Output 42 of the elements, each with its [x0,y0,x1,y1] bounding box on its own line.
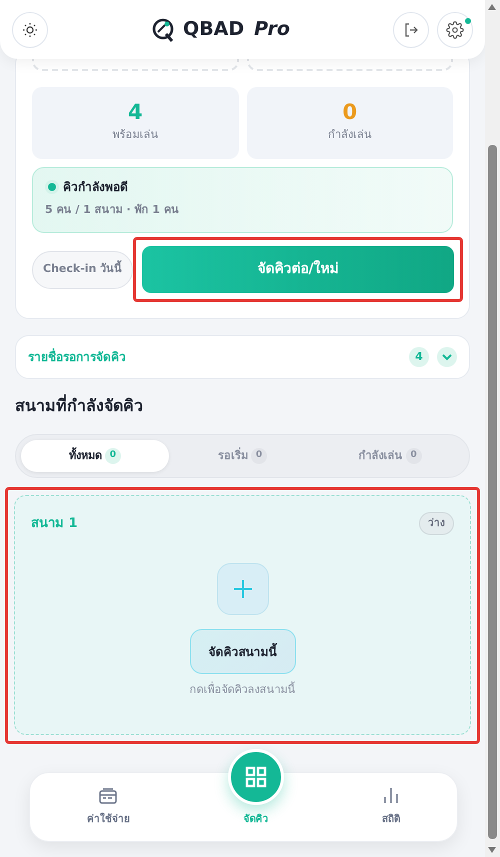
add-button[interactable] [216,563,268,615]
nav-tab[interactable]: ค่าใช้จ่าย [30,773,187,841]
scrollbar[interactable] [485,0,500,857]
court-status: ว่าง [419,512,454,535]
stat-value: 4 [128,102,143,124]
plus-icon [232,579,252,599]
bar-chart-icon [383,786,400,804]
expand-button[interactable] [437,347,457,367]
arrange-queue-button[interactable]: จัดคิวต่อ/ใหม่ [142,246,454,293]
waiting-count: 4 [409,347,429,367]
filter-tab[interactable]: ทั้งหมด 0 [21,440,169,472]
theme-toggle-button[interactable] [12,12,48,48]
court-hint: กดเพื่อจัดคิวลงสนามนี้ [188,682,296,698]
logout-button[interactable] [392,12,429,48]
section-title: สนามที่กำลังจัดคิว [15,394,144,417]
filter-tab[interactable]: รอเริ่ม 0 [168,440,316,472]
stat-value: 0 [342,102,358,124]
nav-tab[interactable]: จัดคิว [186,773,326,841]
court-name: สนาม 1 [31,514,78,533]
checkin-button[interactable]: Check-in วันนี้ [32,250,134,288]
sun-icon [22,22,38,38]
nav-tab[interactable]: สถิติ [325,773,458,841]
wallet-icon [99,788,118,804]
tab-count: 0 [251,448,267,464]
assign-court-button[interactable]: จัดคิวสนามนี้ [190,629,296,674]
stat-label: พร้อมเล่น [112,127,158,144]
status-dot [45,180,59,194]
waiting-list-bar[interactable]: รายชื่อรอการจัดคิว 4 [15,335,470,379]
stat-label: กำลังเล่น [328,127,372,144]
status-title: คิวกำลังพอดี [63,179,128,196]
app-title: QBAD [183,17,244,42]
grid-icon [245,766,267,788]
settings-icon [446,20,464,38]
status-detail: 5 คน / 1 สนาม · พัก 1 คน [45,202,180,218]
fab-button[interactable] [228,749,284,805]
tab-count: 0 [104,448,121,464]
logout-icon [402,22,419,38]
waiting-list-title: รายชื่อรอการจัดคิว [28,348,126,366]
settings-button[interactable] [436,12,473,48]
app-title-suffix: Pro [254,17,290,42]
tab-count: 0 [406,448,422,464]
filter-tab[interactable]: กำลังเล่น 0 [316,440,464,472]
